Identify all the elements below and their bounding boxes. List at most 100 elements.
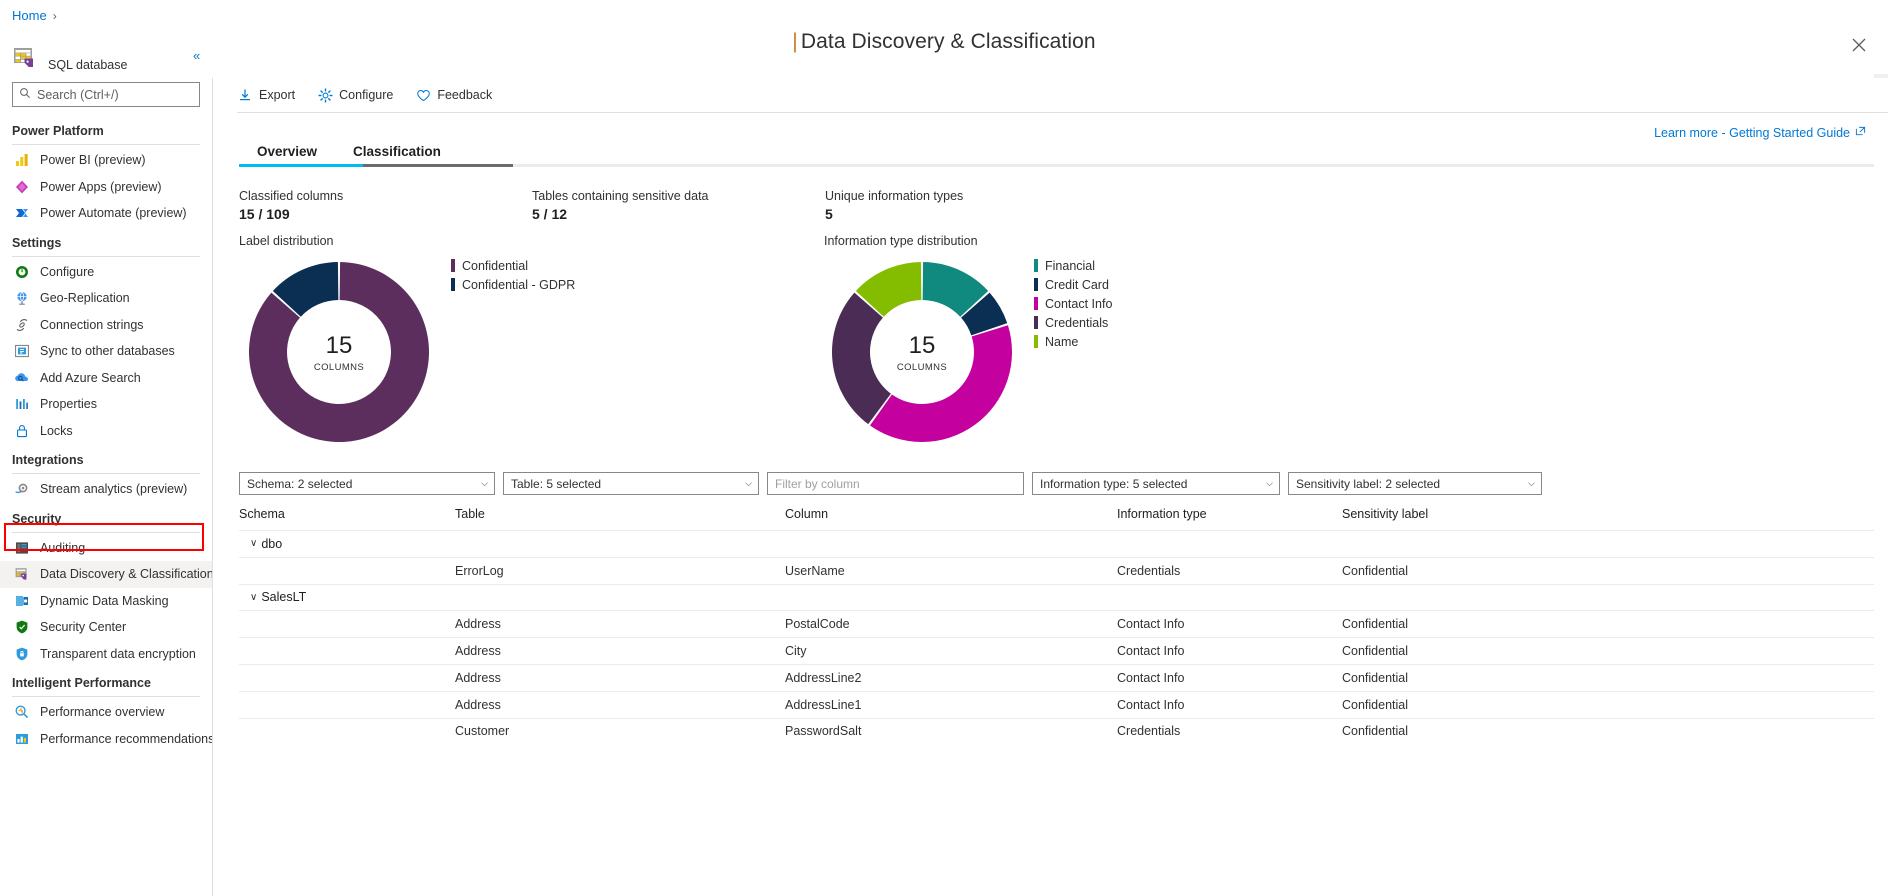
nav-group-title: Power Platform — [12, 124, 104, 138]
resource-header: SQL database — [0, 36, 212, 78]
sidebar-item-configure[interactable]: Configure — [0, 259, 212, 286]
cell-information-type: Contact Info — [1117, 644, 1185, 659]
sidebar-item-locks[interactable]: Locks — [0, 418, 212, 445]
sql-database-icon — [12, 45, 38, 71]
nav-group-title: Security — [12, 511, 62, 526]
breadcrumb-home[interactable]: Home — [12, 8, 47, 23]
close-icon[interactable] — [1848, 34, 1870, 56]
legend-swatch-icon — [1034, 335, 1038, 348]
filter-selected-value: Sensitivity label: 2 selected — [1296, 476, 1441, 491]
breadcrumb: Home › — [12, 8, 57, 23]
nav-group-title: Integrations — [12, 453, 84, 467]
page-title: | Data Discovery & Classification — [0, 30, 1888, 54]
search-placeholder: Search (Ctrl+/) — [37, 87, 119, 102]
filter-information-type-select[interactable]: Information type: 5 selected ⌵ — [1032, 472, 1280, 495]
cell-table: Customer — [455, 724, 510, 739]
legend-item[interactable]: Name — [1034, 332, 1112, 351]
toolbar: Export Configure Feedback — [227, 78, 1888, 112]
sidebar-item-power-bi-preview[interactable]: Power BI (preview) — [0, 147, 212, 174]
column-header-information-type[interactable]: Information type — [1117, 507, 1342, 521]
legend-swatch-icon — [451, 278, 455, 291]
search-input[interactable]: Search (Ctrl+/) — [12, 82, 200, 107]
donut-center-label: COLUMNS — [313, 362, 365, 373]
feedback-button[interactable]: Feedback — [415, 87, 492, 103]
legend-item[interactable]: Confidential - GDPR — [451, 275, 575, 294]
column-header-sensitivity-label[interactable]: Sensitivity label — [1342, 507, 1602, 521]
sidebar-item-connection-strings[interactable]: Connection strings — [0, 312, 212, 339]
legend-item[interactable]: Confidential — [451, 256, 575, 275]
table-row: Customer PasswordSalt Credentials Confident… — [239, 717, 1874, 745]
resource-type-label: SQL database — [48, 58, 128, 72]
legend-item[interactable]: Credentials — [1034, 313, 1112, 332]
group-expand-toggle[interactable]: ∨ SalesLT — [239, 590, 455, 604]
gear-icon — [317, 87, 333, 103]
filter-sensitivity-label-select[interactable]: Sensitivity label: 2 selected ⌵ — [1288, 472, 1542, 495]
sidebar-item-performance-overview[interactable]: Performance overview — [0, 699, 212, 726]
sidebar-item-label: Configure — [40, 264, 95, 279]
legend-item[interactable]: Credit Card — [1034, 275, 1112, 294]
group-expand-toggle[interactable]: ∨ dbo — [239, 537, 455, 551]
sidebar-item-dynamic-data-masking[interactable]: Dynamic Data Masking — [0, 588, 212, 615]
configure-label: Configure — [339, 88, 394, 102]
chevron-down-icon: ∨ — [250, 591, 258, 603]
cell-column: City — [785, 644, 807, 659]
cell-table: Address — [455, 670, 501, 685]
sidebar-item-auditing[interactable]: Auditing — [0, 535, 212, 562]
filter-table-select[interactable]: Table: 5 selected ⌵ — [503, 472, 759, 495]
cloud-search-icon — [14, 370, 30, 386]
legend-swatch-icon — [1034, 316, 1038, 329]
legend-swatch-icon — [1034, 278, 1038, 291]
configure-button[interactable]: Configure — [317, 87, 393, 103]
column-header-schema[interactable]: Schema — [239, 507, 455, 521]
stat-value: 5 — [825, 206, 833, 222]
nav-group-divider — [12, 473, 200, 474]
table-row: Address City Contact Info Confidential — [239, 637, 1874, 664]
sidebar-item-power-automate-preview[interactable]: Power Automate (preview) — [0, 200, 212, 227]
legend-item[interactable]: Financial — [1034, 256, 1112, 275]
sidebar-item-power-apps-preview[interactable]: Power Apps (preview) — [0, 174, 212, 201]
sidebar-item-add-azure-search[interactable]: Add Azure Search — [0, 365, 212, 392]
filter-schema-select[interactable]: Schema: 2 selected ⌵ — [239, 472, 495, 495]
stat-unique-info-types: Unique information types 5 — [825, 189, 1118, 222]
sidebar-item-security-center[interactable]: Security Center — [0, 614, 212, 641]
filter-column-input[interactable]: Filter by column — [767, 472, 1024, 495]
table-group-row[interactable]: ∨ SalesLT — [239, 583, 1874, 611]
tab-underline-active — [239, 164, 363, 167]
sidebar-item-data-discovery-classification[interactable]: Data Discovery & Classification — [0, 561, 212, 588]
export-button[interactable]: Export — [237, 87, 295, 103]
column-header-table[interactable]: Table — [455, 507, 785, 521]
nav-group-divider — [12, 255, 200, 257]
cell-table: Address — [455, 697, 501, 712]
sidebar-item-label: Security Center — [40, 620, 127, 635]
table-header-row: Schema Table Column Information type Sen… — [239, 507, 1874, 530]
sidebar-item-stream-analytics-preview[interactable]: Stream analytics (preview) — [0, 476, 212, 503]
sidebar-item-transparent-data-encryption[interactable]: Transparent data encryption — [0, 641, 212, 668]
cell-sensitivity-label: Confidential — [1342, 644, 1409, 659]
sidebar-item-performance-recommendations[interactable]: Performance recommendations — [0, 726, 212, 753]
tab-underline-hover — [363, 164, 513, 167]
legend-label: Confidential — [462, 258, 529, 273]
stat-tables-sensitive: Tables containing sensitive data 5 / 12 — [532, 189, 825, 222]
sidebar-item-properties[interactable]: Properties — [0, 391, 212, 418]
stat-label: Tables containing sensitive data — [532, 189, 709, 203]
stat-value: 5 / 12 — [532, 206, 568, 222]
cell-information-type: Credentials — [1117, 563, 1181, 578]
classification-table: Schema Table Column Information type Sen… — [227, 507, 1888, 744]
collapse-sidebar-button[interactable]: « — [193, 48, 200, 63]
chevron-down-icon: ⌵ — [481, 478, 488, 488]
table-body: ∨ dbo ErrorLog UserName Credentials Confident… — [239, 530, 1874, 744]
download-icon — [237, 87, 253, 103]
stream-analytics-icon — [14, 481, 30, 497]
cell-column: AddressLine1 — [785, 697, 862, 712]
sidebar-item-sync-to-other-databases[interactable]: Sync to other databases — [0, 338, 212, 365]
column-header-column[interactable]: Column — [785, 507, 1117, 521]
sidebar-nav: Power Platform Power BI (preview) Power Ap… — [0, 115, 212, 752]
cell-sensitivity-label: Confidential — [1342, 724, 1409, 739]
legend-item[interactable]: Contact Info — [1034, 294, 1112, 313]
sidebar-item-geo-replication[interactable]: Geo-Replication — [0, 285, 212, 312]
feedback-label: Feedback — [437, 88, 493, 102]
sidebar-divider — [212, 78, 213, 896]
legend-label: Confidential - GDPR — [462, 277, 576, 292]
chevron-down-icon: ⌵ — [1266, 478, 1273, 488]
table-group-row[interactable]: ∨ dbo — [239, 530, 1874, 557]
